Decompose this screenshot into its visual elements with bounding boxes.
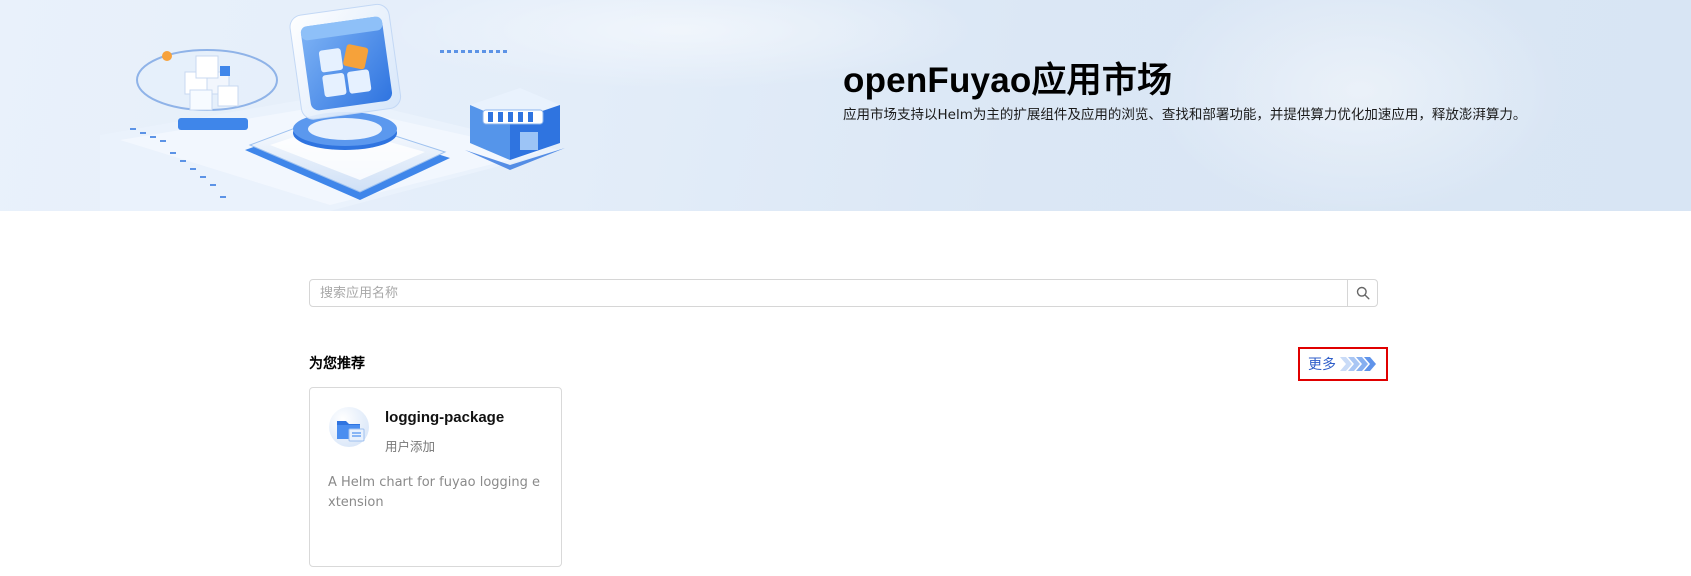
package-folder-icon	[329, 407, 369, 447]
app-market-illustration	[100, 3, 565, 211]
more-label: 更多	[1308, 357, 1336, 373]
search-bar	[309, 279, 1378, 307]
app-card-source: 用户添加	[385, 439, 436, 454]
recommended-section-title: 为您推荐	[309, 356, 365, 372]
chevrons-right-icon	[1340, 357, 1376, 371]
app-card-description: A Helm chart for fuyao logging extension	[328, 475, 541, 510]
hero-banner: openFuyao应用市场 应用市场支持以Helm为主的扩展组件及应用的浏览、查…	[0, 0, 1691, 211]
search-button[interactable]	[1347, 280, 1377, 306]
search-input[interactable]	[310, 280, 1342, 306]
app-card-name: logging-package	[385, 409, 505, 426]
page-title: openFuyao应用市场	[843, 61, 1173, 100]
app-card[interactable]: logging-package 用户添加 A Helm chart for fu…	[309, 387, 562, 567]
page-description: 应用市场支持以Helm为主的扩展组件及应用的浏览、查找和部署功能，并提供算力优化…	[843, 107, 1527, 123]
search-icon	[1356, 286, 1370, 300]
more-link[interactable]: 更多	[1298, 347, 1388, 381]
